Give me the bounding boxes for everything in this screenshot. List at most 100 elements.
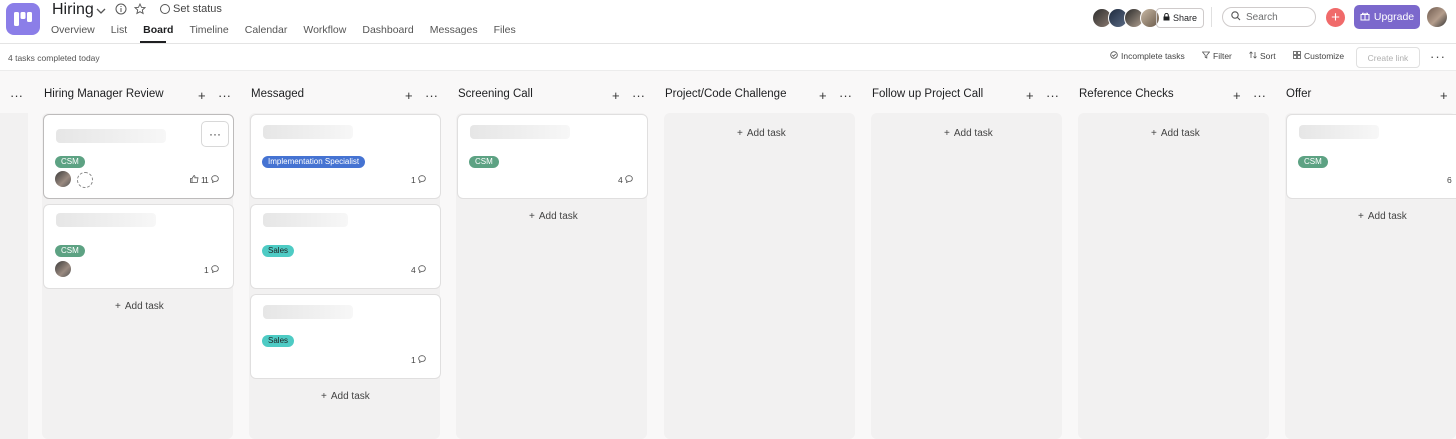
customize-button[interactable]: Customize	[1293, 51, 1344, 61]
column-add-icon[interactable]: +	[405, 88, 413, 103]
customize-label: Customize	[1304, 51, 1345, 61]
search-input[interactable]: Search	[1222, 7, 1316, 27]
column-more-icon[interactable]: ···	[839, 88, 852, 103]
comment-count[interactable]: 1	[411, 175, 426, 185]
column-title-reference-checks[interactable]: Reference Checks	[1079, 88, 1174, 100]
add-task-button[interactable]: + Add task	[1151, 128, 1200, 139]
column-add-icon[interactable]: +	[198, 88, 206, 103]
tab-board[interactable]: Board	[135, 24, 181, 36]
column-title-follow-up-project-call[interactable]: Follow up Project Call	[872, 88, 983, 100]
comment-value: 4	[411, 265, 416, 275]
task-card[interactable]: Sales 1	[250, 294, 441, 379]
add-task-label: Add task	[330, 391, 370, 402]
comment-value: 1	[204, 265, 209, 275]
tag-csm[interactable]: CSM	[55, 244, 85, 257]
column-reference-checks	[1078, 113, 1269, 439]
add-task-button[interactable]: + Add task	[529, 211, 578, 222]
tag-csm[interactable]: CSM	[55, 155, 85, 168]
plus-icon: +	[1358, 211, 1364, 222]
column-more-icon[interactable]: ···	[632, 88, 645, 103]
comment-icon	[418, 265, 426, 275]
column-title-messaged[interactable]: Messaged	[251, 88, 304, 100]
column-title-offer[interactable]: Offer	[1286, 88, 1311, 100]
tab-files[interactable]: Files	[486, 24, 524, 36]
tab-overview[interactable]: Overview	[51, 24, 103, 36]
column-add-icon[interactable]: +	[1233, 88, 1241, 103]
user-avatar[interactable]	[1427, 7, 1447, 27]
tab-timeline[interactable]: Timeline	[181, 24, 236, 36]
add-task-label: Add task	[1367, 211, 1407, 222]
column-more-icon[interactable]: ···	[10, 88, 23, 103]
member-avatars[interactable]	[1092, 8, 1160, 28]
add-task-button[interactable]: + Add task	[737, 128, 786, 139]
task-card[interactable]: Sales 4	[250, 204, 441, 289]
more-options-icon[interactable]: ···	[1430, 49, 1446, 64]
comment-value: 4	[618, 175, 623, 185]
column-more-icon[interactable]: ···	[425, 88, 438, 103]
comment-count[interactable]: 4	[411, 265, 426, 275]
column-add-icon[interactable]: +	[1440, 88, 1448, 103]
incomplete-tasks-label: Incomplete tasks	[1121, 51, 1185, 61]
set-status-button[interactable]: Set status	[160, 3, 222, 15]
tab-calendar[interactable]: Calendar	[237, 24, 296, 36]
status-circle-icon	[160, 4, 170, 14]
add-task-button[interactable]: + Add task	[115, 301, 164, 312]
add-task-button[interactable]: + Add task	[944, 128, 993, 139]
column-more-icon[interactable]: ···	[1046, 88, 1059, 103]
add-task-label: Add task	[538, 211, 578, 222]
add-task-button[interactable]: + Add task	[321, 391, 370, 402]
tab-messages[interactable]: Messages	[422, 24, 486, 36]
tag-csm[interactable]: CSM	[1298, 155, 1328, 168]
due-date-icon[interactable]	[77, 172, 93, 188]
tab-list[interactable]: List	[103, 24, 135, 36]
project-icon[interactable]	[6, 3, 40, 35]
comment-value: 1	[204, 175, 209, 185]
tag-csm[interactable]: CSM	[469, 155, 499, 168]
column-add-icon[interactable]: +	[1026, 88, 1034, 103]
incomplete-tasks-button[interactable]: Incomplete tasks	[1110, 51, 1185, 61]
info-icon[interactable]	[115, 3, 127, 18]
tag-implementation-specialist[interactable]: Implementation Specialist	[262, 155, 366, 168]
upgrade-button[interactable]: Upgrade	[1354, 5, 1420, 29]
assignee-avatar[interactable]	[55, 171, 71, 187]
column-project-code-challenge	[664, 113, 855, 439]
column-more-icon[interactable]: ···	[218, 88, 231, 103]
comment-count[interactable]: 6	[1447, 175, 1452, 185]
tab-dashboard[interactable]: Dashboard	[354, 24, 421, 36]
column-more-icon[interactable]: ···	[1253, 88, 1266, 103]
comment-count[interactable]: 4	[618, 175, 633, 185]
task-card[interactable]: ··· CSM 1 1	[43, 114, 234, 199]
chevron-down-icon[interactable]	[96, 4, 106, 18]
add-task-label: Add task	[124, 301, 164, 312]
sort-button[interactable]: Sort	[1249, 51, 1276, 61]
column-title-hiring-manager-review[interactable]: Hiring Manager Review	[44, 88, 164, 100]
task-card[interactable]: CSM 6	[1286, 114, 1456, 199]
column-add-icon[interactable]: +	[612, 88, 620, 103]
share-button[interactable]: Share	[1156, 8, 1205, 28]
comment-count[interactable]: 1	[204, 265, 219, 275]
column-add-icon[interactable]: +	[819, 88, 827, 103]
star-icon[interactable]	[133, 2, 147, 18]
task-card[interactable]: Implementation Specialist 1	[250, 114, 441, 199]
tab-workflow[interactable]: Workflow	[295, 24, 354, 36]
assignee-avatar[interactable]	[55, 261, 71, 277]
column-title-project-code-challenge[interactable]: Project/Code Challenge	[665, 88, 786, 100]
add-task-button[interactable]: + Add task	[1358, 211, 1407, 222]
card-more-button[interactable]: ···	[201, 121, 229, 147]
task-card[interactable]: CSM 4	[457, 114, 648, 199]
project-title[interactable]: Hiring	[52, 1, 94, 19]
tag-sales[interactable]: Sales	[262, 244, 295, 257]
quick-add-button[interactable]: +	[1326, 8, 1345, 27]
task-card[interactable]: CSM 1	[43, 204, 234, 289]
tag-sales[interactable]: Sales	[262, 334, 295, 347]
comment-count[interactable]: 1	[411, 355, 426, 365]
header-separator	[1211, 7, 1212, 27]
comment-count[interactable]: 1	[204, 175, 219, 185]
plus-icon: +	[944, 128, 950, 139]
filter-button[interactable]: Filter	[1201, 51, 1232, 61]
task-title-redacted	[263, 125, 353, 139]
comment-icon	[211, 265, 219, 275]
create-link-button[interactable]: Create link	[1356, 47, 1420, 68]
column-title-screening-call[interactable]: Screening Call	[458, 88, 533, 100]
task-title-redacted	[56, 129, 166, 143]
